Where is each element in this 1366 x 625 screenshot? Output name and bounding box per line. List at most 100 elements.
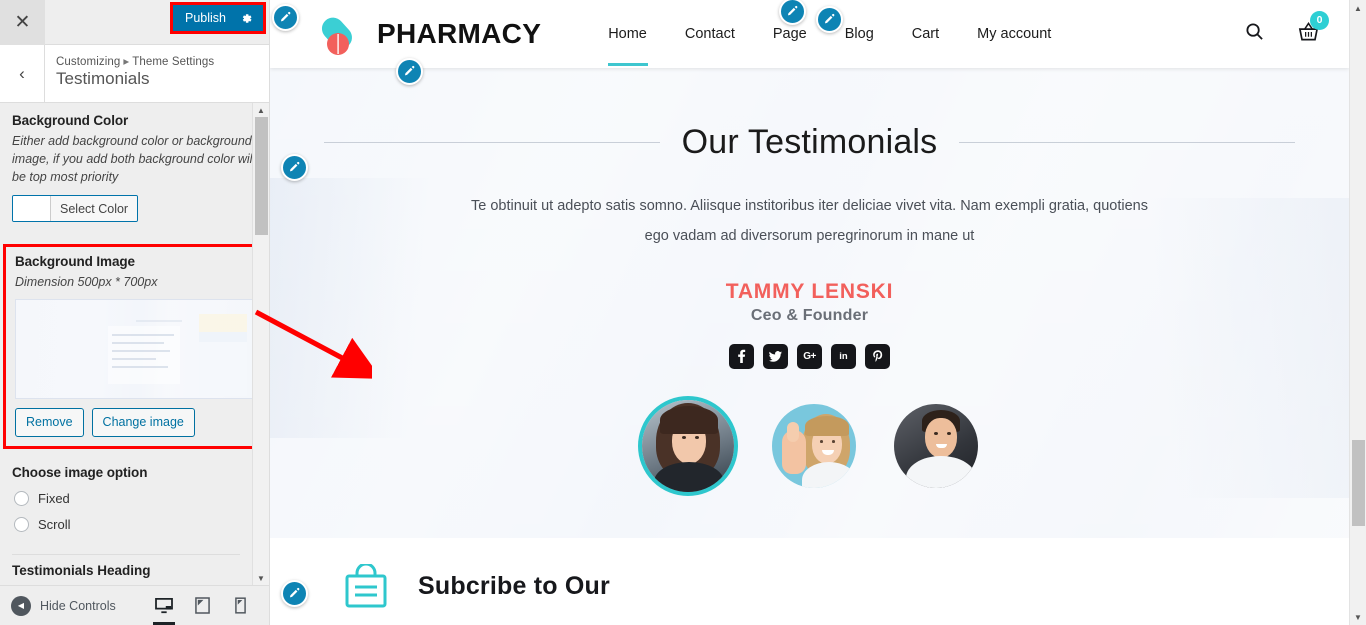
customizer-footer: ◀ Hide Controls	[0, 585, 269, 625]
customizer-section-header: ‹ Customizing ▸ Theme Settings Testimonial…	[0, 45, 269, 103]
cart-count-badge: 0	[1310, 10, 1329, 30]
radio-label-fixed: Fixed	[38, 490, 70, 506]
radio-icon-fixed[interactable]	[14, 490, 29, 506]
nav-item-cart[interactable]: Cart	[893, 2, 958, 66]
testimonial-author-name: TAMMY LENSKI	[725, 279, 894, 303]
preview-scroll-up-icon[interactable]: ▲	[1350, 0, 1366, 16]
tablet-preview-button[interactable]	[183, 586, 221, 625]
linkedin-icon[interactable]: in	[831, 343, 856, 369]
desktop-icon	[155, 597, 173, 613]
avatar-tammy-lenski[interactable]	[637, 395, 738, 496]
newsletter-icon	[340, 562, 392, 608]
header-actions: 0	[1245, 10, 1329, 47]
pinterest-icon[interactable]	[865, 343, 890, 369]
testimonial-author-role: Ceo & Founder	[750, 306, 869, 324]
mobile-preview-button[interactable]	[221, 586, 259, 625]
subscribe-section: Subcribe to Our	[270, 538, 1349, 608]
edit-pin-blog-menu[interactable]	[816, 6, 843, 33]
publish-label: Publish	[185, 11, 226, 25]
mobile-icon	[234, 597, 246, 614]
radio-icon-scroll[interactable]	[14, 516, 29, 532]
tablet-icon	[194, 597, 210, 614]
control-image-option: Choose image option Fixed Scroll	[12, 465, 257, 532]
control-background-image: Background Image Dimension 500px * 700px…	[3, 244, 266, 449]
customizer-controls-pane: Background Color Either add background c…	[0, 103, 269, 585]
scroll-up-icon[interactable]: ▲	[253, 103, 269, 117]
breadcrumb-root[interactable]: Customizing	[56, 56, 120, 68]
background-image-thumbnail[interactable]	[15, 299, 254, 399]
radio-option-fixed[interactable]: Fixed	[14, 490, 257, 506]
background-image-actions: Remove Change image	[15, 408, 254, 437]
control-testimonials-heading[interactable]: Testimonials Heading	[12, 554, 240, 578]
site-header: PHARMACY Home Contact Page Blog Cart My …	[270, 0, 1349, 68]
google-plus-icon[interactable]: G+	[797, 343, 822, 369]
customizer-sidebar: ✕ Publish ‹ Customizing ▸ Theme Settings…	[0, 0, 270, 625]
edit-pin-header-menu[interactable]	[396, 58, 423, 85]
sidebar-scrollbar[interactable]: ▲ ▼	[252, 103, 269, 585]
logo-text: PHARMACY	[377, 18, 542, 49]
breadcrumb: Customizing ▸ Theme Settings	[56, 54, 269, 68]
close-icon: ✕	[14, 11, 31, 33]
heading-rule-right	[959, 142, 1295, 143]
select-color-label: Select Color	[51, 196, 138, 222]
twitter-icon[interactable]	[763, 343, 788, 369]
scroll-down-icon[interactable]: ▼	[253, 571, 269, 585]
site-preview: PHARMACY Home Contact Page Blog Cart My …	[270, 0, 1366, 625]
facebook-icon[interactable]	[729, 343, 754, 369]
nav-item-contact[interactable]: Contact	[666, 2, 754, 66]
thumbnail-sheet-region	[199, 314, 247, 396]
device-preview-group	[145, 586, 269, 625]
edit-pin-subscribe-section[interactable]	[281, 580, 308, 607]
cart-icon[interactable]: 0	[1298, 10, 1329, 47]
hide-controls-label: Hide Controls	[40, 598, 116, 613]
breadcrumb-separator: ▸	[123, 56, 130, 68]
customizer-topbar: ✕ Publish	[0, 0, 269, 45]
publish-button[interactable]: Publish	[173, 5, 263, 31]
chevron-left-icon: ‹	[19, 63, 25, 83]
background-image-description: Dimension 500px * 700px	[15, 275, 158, 290]
preview-scroll-down-icon[interactable]: ▼	[1350, 609, 1366, 625]
testimonials-section: Our Testimonials Te obtinuit ut adepto s…	[270, 68, 1349, 538]
desktop-preview-button[interactable]	[145, 586, 183, 625]
hide-controls-button[interactable]: ◀ Hide Controls	[0, 595, 145, 616]
color-swatch	[13, 196, 51, 222]
image-option-label: Choose image option	[12, 464, 148, 480]
nav-item-my-account[interactable]: My account	[958, 2, 1070, 66]
radio-label-scroll: Scroll	[38, 516, 71, 532]
heading-rule-left	[324, 142, 660, 143]
avatar-second-person[interactable]	[768, 400, 860, 492]
testimonial-avatar-list	[270, 395, 1349, 496]
breadcrumb-parent[interactable]: Theme Settings	[132, 56, 214, 68]
customizer-titles: Customizing ▸ Theme Settings Testimonials	[45, 45, 269, 102]
subscribe-row: Subcribe to Our	[340, 562, 1349, 608]
gear-icon[interactable]	[240, 12, 253, 25]
pharmacy-logo-icon	[310, 11, 366, 57]
back-button[interactable]: ‹	[0, 45, 45, 102]
subscribe-title: Subcribe to Our	[418, 571, 610, 600]
remove-image-button[interactable]: Remove	[15, 408, 84, 437]
background-color-description: Either add background color or backgroun…	[12, 134, 256, 184]
search-icon[interactable]	[1245, 22, 1264, 46]
site-frame: PHARMACY Home Contact Page Blog Cart My …	[270, 0, 1349, 625]
edit-pin-testimonials-section[interactable]	[281, 154, 308, 181]
testimonial-body-text: Te obtinuit ut adepto satis somno. Aliis…	[470, 198, 1148, 244]
customizer-app: ✕ Publish ‹ Customizing ▸ Theme Settings…	[0, 0, 1366, 625]
preview-scrollbar-thumb[interactable]	[1352, 440, 1365, 526]
social-links: G+ in	[270, 343, 1349, 369]
sidebar-scrollbar-thumb[interactable]	[255, 117, 268, 235]
control-background-color: Background Color Either add background c…	[12, 113, 257, 226]
publish-highlight-box: Publish	[170, 2, 266, 34]
nav-item-home[interactable]: Home	[589, 2, 666, 66]
collapse-icon: ◀	[11, 595, 31, 616]
avatar-third-person[interactable]	[890, 400, 982, 492]
select-color-button[interactable]: Select Color	[12, 195, 139, 223]
close-customizer-button[interactable]: ✕	[0, 0, 45, 45]
testimonials-heading-row: Our Testimonials	[270, 123, 1349, 162]
testimonials-heading: Our Testimonials	[681, 123, 938, 161]
change-image-button[interactable]: Change image	[91, 408, 195, 437]
radio-option-scroll[interactable]: Scroll	[14, 516, 257, 532]
site-logo[interactable]: PHARMACY	[310, 11, 541, 57]
preview-scrollbar[interactable]: ▲ ▼	[1349, 0, 1366, 625]
page-title: Testimonials	[56, 69, 150, 88]
edit-pin-logo[interactable]	[272, 4, 299, 31]
